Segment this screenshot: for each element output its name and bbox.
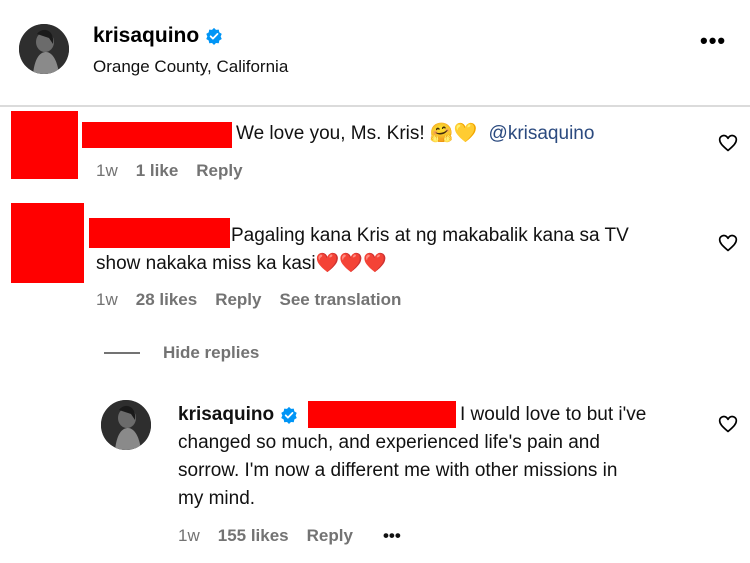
reply-header: krisaquino (178, 401, 298, 429)
comment-body-line1: Pagaling kana Kris at ng makabalik kana … (231, 225, 629, 246)
see-translation-button[interactable]: See translation (279, 290, 401, 310)
avatar-image (19, 24, 69, 74)
reply-text: my mind. (178, 485, 255, 513)
reply-button[interactable]: Reply (196, 161, 242, 181)
avatar-image (101, 400, 151, 450)
post-location[interactable]: Orange County, California (93, 57, 288, 77)
more-options-icon[interactable]: ••• (700, 30, 726, 52)
like-heart-icon[interactable] (718, 414, 738, 434)
comment-text: Pagaling kana Kris at ng makabalik kana … (231, 222, 629, 250)
reply-author-avatar[interactable] (101, 400, 151, 450)
comment-body-line2: show nakaka miss ka kasi (96, 253, 316, 274)
redacted-mention (308, 401, 456, 428)
reply-body-line2: changed so much, and experienced life's … (178, 432, 600, 453)
hide-replies-line (104, 352, 140, 354)
comment-body: We love you, Ms. Kris! 🤗💛 (236, 123, 478, 144)
verified-badge-icon (206, 27, 222, 45)
heart-emojis: ❤️❤️❤️ (315, 253, 387, 274)
redacted-username (82, 122, 232, 148)
comment-likes[interactable]: 28 likes (136, 290, 197, 310)
comment-time[interactable]: 1w (96, 161, 118, 181)
reply-button[interactable]: Reply (215, 290, 261, 310)
comment-time[interactable]: 1w (96, 290, 118, 310)
reply-likes[interactable]: 155 likes (218, 526, 289, 546)
redacted-avatar (11, 203, 84, 283)
reply-meta: 1w 155 likes Reply ••• (178, 526, 401, 546)
reply-time[interactable]: 1w (178, 526, 200, 546)
header-divider (0, 105, 750, 107)
reply-body-line1: I would love to but i've (460, 404, 647, 425)
comment-likes[interactable]: 1 like (136, 161, 179, 181)
reply-author-name[interactable]: krisaquino (178, 401, 274, 429)
reply-body-line3: sorrow. I'm now a different me with othe… (178, 460, 618, 481)
like-heart-icon[interactable] (718, 233, 738, 253)
comment-meta: 1w 1 like Reply (96, 161, 243, 181)
reply-button[interactable]: Reply (307, 526, 353, 546)
reply-text: changed so much, and experienced life's … (178, 429, 600, 457)
reply-text: I would love to but i've (460, 401, 646, 429)
verified-badge-icon (281, 406, 297, 424)
redacted-username (89, 218, 230, 248)
reply-more-options-icon[interactable]: ••• (383, 526, 401, 546)
mention-link[interactable]: @krisaquino (489, 123, 595, 144)
comment-text: We love you, Ms. Kris! 🤗💛 @krisaquino (236, 120, 594, 148)
reply-body-line4: my mind. (178, 488, 256, 509)
post-author-name[interactable]: krisaquino (93, 24, 199, 48)
redacted-avatar (11, 111, 78, 179)
comment-meta: 1w 28 likes Reply See translation (96, 290, 401, 310)
comment-text: show nakaka miss ka kasi❤️❤️❤️ (96, 250, 387, 278)
post-author[interactable]: krisaquino (93, 24, 223, 48)
post-author-avatar[interactable] (19, 24, 69, 74)
hide-replies-button[interactable]: Hide replies (163, 343, 259, 363)
like-heart-icon[interactable] (718, 133, 738, 153)
reply-text: sorrow. I'm now a different me with othe… (178, 457, 617, 485)
